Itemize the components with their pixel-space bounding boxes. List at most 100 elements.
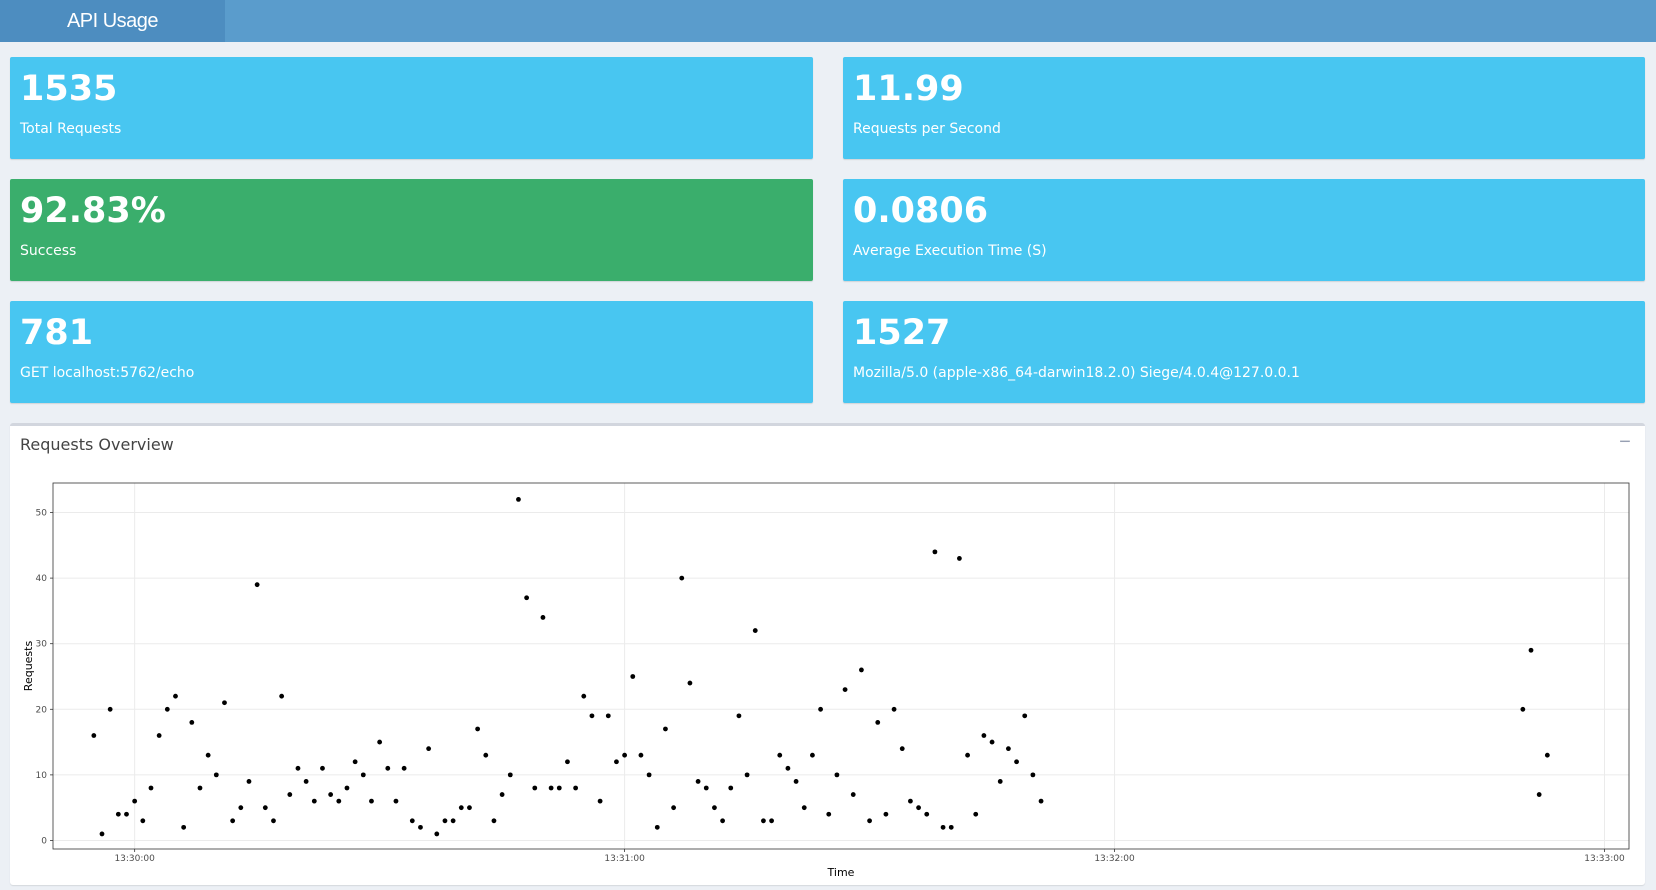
y-tick-label: 50: [36, 509, 48, 519]
y-tick-label: 0: [41, 836, 47, 846]
data-point: [801, 805, 807, 811]
stat-label: Success: [20, 243, 77, 259]
y-tick-label: 40: [36, 574, 48, 584]
data-point: [540, 615, 546, 620]
data-point: [369, 798, 374, 804]
data-point: [409, 818, 415, 824]
x-tick-label: 13:31:00: [604, 854, 645, 864]
x-tick-label: 13:32:00: [1094, 854, 1135, 864]
data-point: [899, 746, 905, 752]
data-point: [450, 818, 456, 824]
data-point: [957, 556, 962, 561]
data-point: [140, 818, 146, 824]
data-point: [91, 733, 97, 738]
data-point: [532, 785, 538, 791]
data-point: [638, 752, 644, 758]
data-point: [401, 765, 407, 771]
data-point: [205, 752, 211, 758]
data-point: [712, 805, 717, 811]
stat-value: 781: [20, 313, 94, 353]
data-point: [99, 831, 105, 837]
data-point: [916, 805, 921, 811]
y-tick-label: 20: [36, 705, 48, 715]
data-point: [458, 805, 464, 811]
data-point: [311, 798, 317, 804]
data-point: [736, 713, 742, 719]
data-point: [663, 726, 668, 732]
value-box-total-requests: 1535 Total Requests: [10, 57, 813, 159]
data-point: [752, 628, 758, 633]
data-point: [115, 811, 121, 817]
data-point: [834, 772, 840, 778]
data-point: [940, 824, 946, 830]
x-tick-label: 13:33:00: [1584, 854, 1625, 864]
data-point: [434, 831, 440, 837]
stat-value: 1527: [853, 313, 951, 353]
stat-label: Average Execution Time (S): [853, 243, 1047, 259]
data-point: [981, 733, 987, 738]
data-point: [524, 595, 530, 601]
data-point: [932, 549, 938, 555]
data-point: [377, 739, 383, 745]
data-point: [491, 818, 497, 824]
data-point: [442, 818, 448, 824]
data-point: [818, 706, 823, 712]
data-point: [973, 811, 979, 817]
data-point: [883, 811, 889, 817]
data-point: [777, 752, 783, 758]
data-point: [475, 726, 481, 732]
data-point: [238, 805, 244, 811]
data-point: [785, 765, 791, 771]
data-point: [573, 785, 579, 791]
data-point: [426, 746, 432, 752]
data-point: [336, 798, 342, 804]
data-point: [646, 772, 652, 778]
stat-value: 92.83%: [20, 191, 166, 231]
data-point: [181, 824, 187, 830]
data-point: [581, 693, 587, 699]
data-point: [197, 785, 203, 791]
data-point: [565, 759, 570, 765]
data-point: [107, 706, 113, 712]
data-point: [997, 779, 1003, 784]
value-box-requests-per-second: 11.99 Requests per Second: [843, 57, 1645, 159]
data-point: [360, 772, 366, 778]
data-point: [344, 785, 350, 791]
data-point: [630, 674, 636, 679]
stat-value: 0.0806: [853, 191, 989, 231]
stat-value: 1535: [20, 69, 118, 109]
data-point: [948, 824, 954, 830]
data-point: [1528, 647, 1534, 653]
data-point: [548, 785, 554, 791]
app-title[interactable]: API Usage: [0, 0, 225, 42]
data-point: [246, 779, 252, 784]
y-tick-label: 10: [36, 771, 48, 781]
data-point: [826, 811, 832, 817]
data-point: [418, 824, 423, 830]
data-point: [622, 752, 628, 758]
data-point: [859, 667, 864, 673]
data-point: [230, 818, 236, 824]
data-point: [1022, 713, 1028, 719]
data-point: [320, 765, 325, 771]
data-point: [654, 824, 660, 830]
y-axis-title: Requests: [22, 641, 35, 692]
data-point: [507, 772, 513, 778]
data-point: [687, 680, 693, 686]
data-point: [1030, 772, 1036, 778]
data-point: [810, 752, 815, 758]
stat-label: Requests per Second: [853, 121, 1001, 137]
data-point: [393, 798, 399, 804]
stat-label: Total Requests: [20, 121, 122, 137]
data-point: [132, 798, 138, 804]
data-point: [483, 752, 489, 758]
stat-value: 11.99: [853, 69, 964, 109]
data-point: [287, 792, 293, 797]
data-point: [891, 706, 897, 712]
data-point: [695, 779, 701, 784]
data-point: [850, 792, 856, 797]
data-point: [295, 765, 301, 771]
data-point: [744, 772, 750, 778]
data-point: [222, 700, 227, 706]
requests-scatter-chart: 0 10 20 30 40 50 13:30:00 13:31:00 13:32:00 13:33…: [22, 482, 1630, 879]
